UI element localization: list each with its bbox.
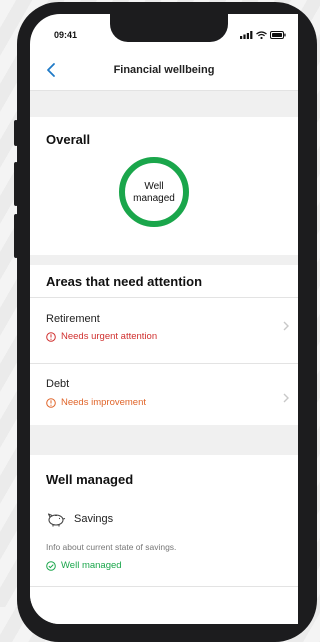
section-gap: [30, 255, 298, 265]
gauge-label-line2: managed: [133, 193, 175, 204]
chevron-right-icon: [283, 393, 289, 403]
status-text: Needs urgent attention: [61, 331, 158, 342]
status-line: Needs improvement: [46, 397, 146, 408]
alert-circle-icon: [46, 331, 56, 342]
list-item-title: Retirement: [46, 313, 100, 325]
status-line: Needs urgent attention: [46, 331, 157, 342]
wifi-icon: [256, 31, 267, 39]
attention-heading: Areas that need attention: [46, 274, 203, 289]
alert-circle-icon: [46, 397, 56, 408]
overall-gauge: Well managed: [118, 156, 190, 228]
signal-icon: [240, 31, 253, 39]
phone-side-button: [14, 120, 18, 146]
list-item-title: Debt: [46, 378, 70, 390]
phone-volume-up-button: [14, 162, 18, 206]
next-list-item-peek: [30, 586, 298, 624]
gauge-label: Well managed: [118, 181, 190, 205]
chevron-right-icon: [283, 321, 289, 331]
status-text: Needs improvement: [61, 397, 147, 408]
gauge-label-line1: Well: [144, 181, 164, 192]
well-managed-heading: Well managed: [46, 472, 134, 487]
check-circle-icon: [46, 560, 56, 571]
status-text: Well managed: [61, 560, 122, 571]
list-item-retirement[interactable]: Retirement Needs urgent attention: [30, 298, 298, 353]
page-title: Financial wellbeing: [113, 64, 215, 76]
status-line: Well managed: [46, 560, 122, 571]
piggy-bank-icon: [47, 513, 66, 527]
section-gap: [30, 425, 298, 455]
overall-heading: Overall: [46, 132, 91, 147]
phone-volume-down-button: [14, 214, 18, 258]
list-item-title: Savings: [74, 513, 114, 525]
battery-icon: [270, 31, 286, 39]
app-screen: 09:41 Financial wellbeing Overall Well m…: [30, 14, 298, 624]
phone-notch: [110, 14, 228, 42]
list-item-debt[interactable]: Debt Needs improvement: [30, 364, 298, 424]
savings-description: Info about current state of savings.: [46, 542, 177, 552]
nav-bar: Financial wellbeing: [30, 48, 298, 91]
section-gap: [30, 91, 298, 117]
status-time: 09:41: [54, 30, 78, 40]
